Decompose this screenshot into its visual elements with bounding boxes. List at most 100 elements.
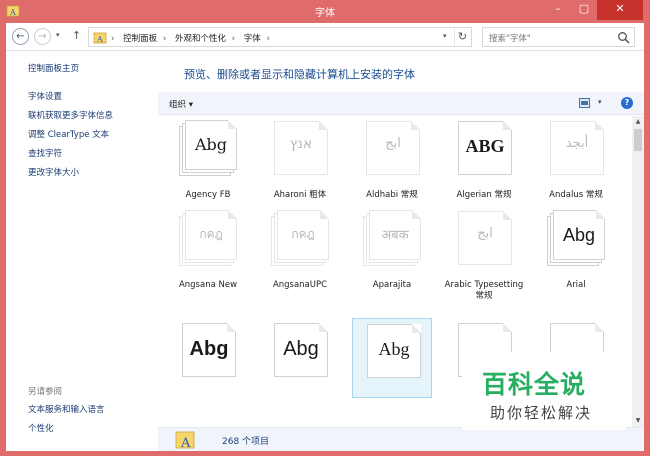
font-tile[interactable]: Abg (260, 318, 340, 398)
page-fold (595, 323, 604, 332)
font-tile[interactable]: אנץ Aharoni 粗体 (260, 116, 340, 202)
search-icon[interactable] (617, 31, 630, 44)
chevron-down-icon: ▾ (188, 100, 193, 110)
font-file-icon: กคฎ (179, 210, 237, 266)
cleartype-link[interactable]: 调整 ClearType 文本 (28, 128, 109, 140)
page-fold (319, 323, 328, 332)
font-page: ابج (458, 211, 512, 265)
font-page: अबक (369, 210, 421, 260)
font-name: Arial (566, 280, 586, 290)
font-sample: ابج (385, 136, 401, 151)
font-sample: अबक (381, 228, 409, 243)
task-sidebar: 控制面板主页 字体设置 联机获取更多字体信息 调整 ClearType 文本 查… (6, 52, 158, 451)
font-page: ABG (458, 121, 512, 175)
font-page: أبجد (550, 121, 604, 175)
font-sample: Abg (194, 135, 228, 154)
page-fold (411, 121, 420, 130)
font-name: Angsana New (178, 280, 238, 290)
page-fold (227, 323, 236, 332)
address-dropdown[interactable]: ▾ (443, 32, 447, 40)
control-panel-home-link[interactable]: 控制面板主页 (28, 62, 79, 74)
address-field[interactable]: A › 控制面板 › 外观和个性化 › 字体 › ▾ (88, 27, 472, 47)
font-file-icon: ابج (363, 120, 421, 176)
minimize-button[interactable]: – (545, 0, 571, 20)
text-services-link[interactable]: 文本服务和输入语言 (28, 403, 105, 415)
view-options-dropdown[interactable]: ▾ (598, 98, 602, 106)
recent-locations-dropdown[interactable]: ▾ (56, 31, 60, 39)
forward-button[interactable]: → (34, 28, 51, 45)
font-file-icon: אנץ (271, 120, 329, 176)
font-file-icon: Abg (271, 322, 329, 378)
font-settings-link[interactable]: 字体设置 (28, 90, 62, 102)
page-fold (412, 324, 421, 333)
maximize-button[interactable]: ▢ (571, 0, 597, 20)
page-fold (503, 121, 512, 130)
font-name: Algerian 常规 (456, 190, 512, 200)
font-sample: กคฎ (291, 227, 315, 241)
breadcrumb-separator: › (111, 34, 115, 44)
font-file-icon: अबक (363, 210, 421, 266)
get-more-fonts-link[interactable]: 联机获取更多字体信息 (28, 109, 113, 121)
breadcrumb-separator: › (266, 34, 270, 44)
page-fold (503, 211, 512, 220)
change-font-size-link[interactable]: 更改字体大小 (28, 166, 79, 178)
scroll-down-arrow[interactable]: ▼ (632, 415, 644, 427)
font-tile[interactable]: กคฎ AngsanaUPC (260, 206, 340, 292)
scroll-up-arrow[interactable]: ▲ (632, 116, 644, 128)
back-button[interactable]: ← (12, 28, 29, 45)
breadcrumb-separator: › (231, 34, 236, 44)
font-file-icon: Abg (547, 210, 605, 266)
font-sample: Abg (189, 338, 229, 360)
font-name: Arabic Typesetting 常规 (444, 280, 524, 301)
scroll-thumb[interactable] (634, 129, 642, 151)
close-button[interactable]: ✕ (597, 0, 643, 20)
font-tile[interactable]: Abg (168, 318, 248, 398)
font-tile[interactable]: أبجد Andalus 常规 (536, 116, 616, 202)
breadcrumb-fonts[interactable]: 字体 (244, 34, 261, 44)
breadcrumb-appearance[interactable]: 外观和个性化 (175, 34, 226, 44)
font-tile[interactable]: Abg Arial (536, 206, 616, 292)
font-sample: Abg (283, 338, 319, 360)
breadcrumb-control-panel[interactable]: 控制面板 (123, 34, 157, 44)
font-file-icon: Abg (179, 120, 237, 176)
font-sample: Abg (378, 339, 410, 359)
find-character-link[interactable]: 查找字符 (28, 147, 62, 159)
page-fold (228, 120, 237, 129)
font-file-icon: أبجد (547, 120, 605, 176)
font-sample: ابج (477, 226, 493, 241)
font-tile[interactable]: Abg (352, 318, 432, 398)
font-name: Aldhabi 常规 (366, 190, 418, 200)
page-fold (228, 210, 237, 219)
page-fold (596, 210, 605, 219)
page-fold (320, 210, 329, 219)
font-tile[interactable]: ابج Aldhabi 常规 (352, 116, 432, 202)
change-view-icon[interactable] (579, 98, 590, 108)
page-fold (319, 121, 328, 130)
page-fold (595, 121, 604, 130)
font-file-icon: กคฎ (271, 210, 329, 266)
font-page: Abg (185, 120, 237, 170)
font-tile[interactable]: ابج Arabic Typesetting 常规 (444, 206, 524, 301)
search-input[interactable]: 搜索"字体" (482, 27, 635, 47)
up-button[interactable]: ↑ (72, 29, 81, 42)
page-fold (503, 323, 512, 332)
font-tile[interactable]: ABG Algerian 常规 (444, 116, 524, 202)
organize-menu[interactable]: 组织 ▾ (169, 98, 193, 110)
watermark-subtitle: 助你轻松解决 (490, 404, 593, 422)
help-icon[interactable]: ? (621, 97, 633, 109)
font-tile[interactable]: Abg Agency FB (168, 116, 248, 202)
fonts-folder-icon: A (93, 32, 107, 44)
font-name: Andalus 常规 (549, 190, 603, 200)
personalization-link[interactable]: 个性化 (28, 422, 54, 434)
refresh-button[interactable]: ↻ (454, 28, 470, 45)
font-page: Abg (182, 323, 236, 377)
font-sample: אנץ (289, 136, 313, 152)
vertical-scrollbar[interactable]: ▲ ▼ (632, 116, 644, 427)
font-page: ابج (366, 121, 420, 175)
command-bar: 组织 ▾ ▾ ? (158, 92, 644, 115)
watermark: 百科全说 助你轻松解决 (462, 352, 626, 430)
svg-text:A: A (96, 35, 103, 44)
font-page: Abg (274, 323, 328, 377)
font-tile[interactable]: अबक Aparajita (352, 206, 432, 292)
font-tile[interactable]: กคฎ Angsana New (168, 206, 248, 292)
